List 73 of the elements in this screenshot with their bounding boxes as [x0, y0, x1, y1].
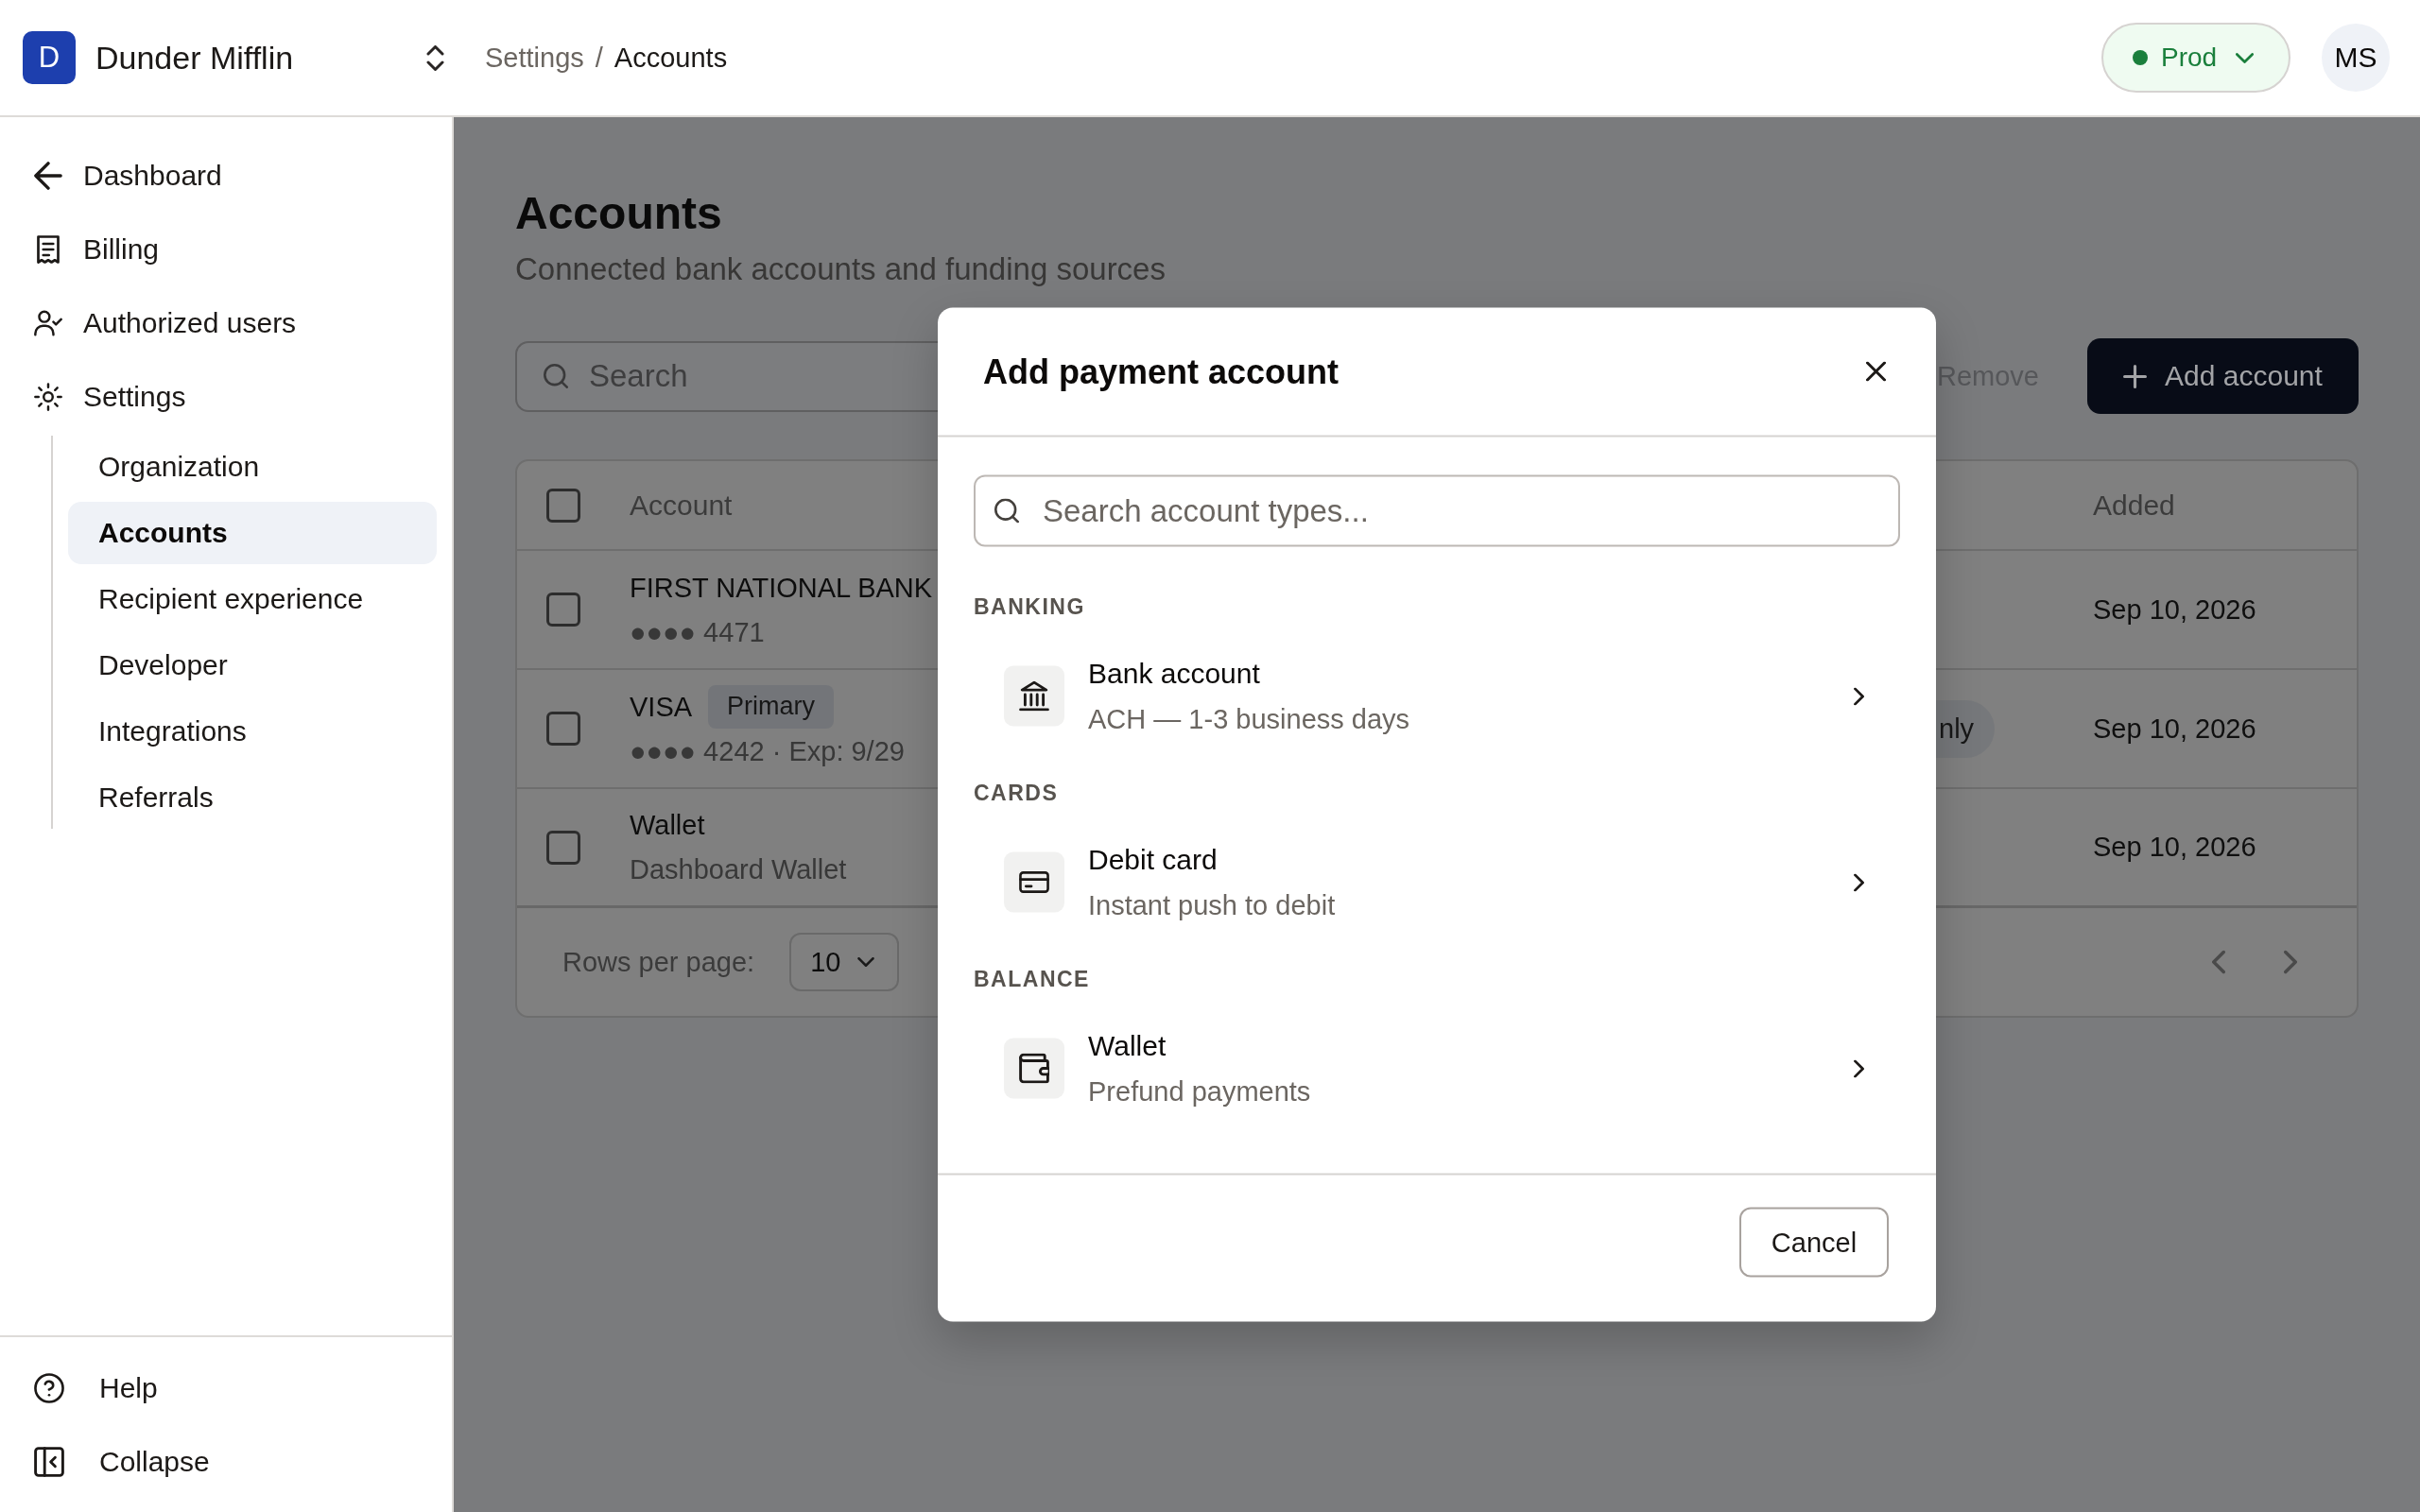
sidebar-subitem[interactable]: Referrals — [68, 766, 225, 829]
chevron-down-icon — [857, 957, 875, 967]
rows-per-page-label: Rows per page: — [562, 946, 755, 978]
sidebar-item[interactable]: Help — [0, 1351, 169, 1425]
account-detail: Dashboard Wallet — [630, 853, 847, 886]
chevron-right-icon — [1854, 873, 1864, 891]
date-added: Sep 10, 2026 — [2093, 593, 2256, 626]
account-detail: ●●●● 4471 — [630, 615, 765, 649]
section-label: CARDS — [974, 779, 1059, 807]
sidebar-subitem[interactable]: Integrations — [68, 700, 258, 763]
breadcrumb-link[interactable]: Settings — [485, 42, 584, 74]
close-icon[interactable] — [1866, 361, 1886, 382]
account-type-option[interactable]: Bank account ACH — 1-3 business days — [974, 650, 1900, 742]
breadcrumb-current: Accounts — [614, 42, 728, 74]
account-type-option[interactable]: Wallet Prefund payments — [974, 1022, 1900, 1114]
checkbox[interactable] — [546, 712, 580, 746]
search-icon — [994, 498, 1019, 524]
chevron-right-icon — [1854, 687, 1864, 705]
search-field[interactable]: Search account types... — [974, 474, 1900, 547]
sidebar-panel-icon — [34, 1447, 64, 1477]
page-subtitle: Connected bank accounts and funding sources — [515, 250, 1166, 288]
account-badge: Primary — [708, 684, 835, 729]
section-label: BALANCE — [974, 965, 1090, 993]
org-name: Dunder Mifflin — [95, 39, 294, 77]
credit-card-icon — [1004, 851, 1064, 913]
modal-title: Add payment account — [983, 352, 1340, 391]
chevron-down-icon — [2236, 52, 2255, 63]
checkbox[interactable] — [546, 488, 580, 523]
search-icon — [544, 363, 568, 388]
sidebar-item[interactable]: Collapse — [0, 1425, 221, 1499]
account-name: VISA — [630, 690, 693, 724]
arrow-left-icon — [34, 162, 62, 190]
checkbox[interactable] — [546, 593, 580, 627]
date-added: Sep 10, 2026 — [2093, 832, 2256, 863]
search-field[interactable]: Search — [515, 340, 938, 412]
chevron-right-icon[interactable] — [2284, 950, 2297, 974]
sidebar-subitem[interactable]: Developer — [68, 634, 239, 696]
environment-switcher[interactable]: Prod — [2101, 23, 2290, 93]
rows-per-page-select[interactable]: 10 — [789, 933, 900, 991]
receipt-icon — [34, 235, 62, 264]
cancel-button[interactable]: Cancel — [1739, 1207, 1889, 1278]
status-dot-icon — [2133, 50, 2148, 65]
column-header: Account — [630, 489, 733, 522]
plus-icon — [2123, 364, 2148, 388]
sun-icon — [34, 383, 62, 411]
breadcrumb-separator: / — [595, 42, 603, 74]
chevrons-up-down-icon[interactable] — [426, 44, 444, 71]
sidebar-item[interactable]: Dashboard — [0, 139, 233, 213]
account-name: FIRST NATIONAL BANK — [630, 571, 933, 605]
wallet-icon — [1004, 1038, 1064, 1099]
org-logo: D — [23, 31, 76, 84]
column-header: Added — [2093, 489, 2175, 522]
sidebar-item[interactable]: Billing — [0, 213, 171, 286]
account-type-option[interactable]: Debit card Instant push to debit — [974, 836, 1900, 928]
date-added: Sep 10, 2026 — [2093, 713, 2256, 745]
account-name: Wallet — [630, 809, 705, 842]
help-icon — [34, 1373, 64, 1403]
sidebar-subitem[interactable]: Organization — [68, 436, 271, 498]
account-detail: ●●●● 4242 · Exp: 9/29 — [630, 734, 905, 768]
sidebar-item[interactable]: Authorized users — [0, 286, 308, 360]
sidebar-item[interactable]: Settings — [0, 360, 198, 434]
sidebar-subitem[interactable]: Accounts — [68, 502, 437, 564]
checkbox[interactable] — [546, 830, 580, 865]
add-account-button[interactable]: Add account — [2087, 338, 2359, 414]
user-check-icon — [34, 309, 62, 337]
bank-icon — [1004, 665, 1064, 727]
sidebar-subitem[interactable]: Recipient experience — [68, 568, 375, 630]
chevron-right-icon — [1854, 1059, 1864, 1077]
page-title: Accounts — [515, 187, 722, 240]
section-label: BANKING — [974, 593, 1085, 621]
user-avatar[interactable]: MS — [2322, 24, 2390, 92]
chevron-left-icon[interactable] — [2212, 950, 2225, 974]
account-tag: nly — [1936, 699, 1996, 758]
